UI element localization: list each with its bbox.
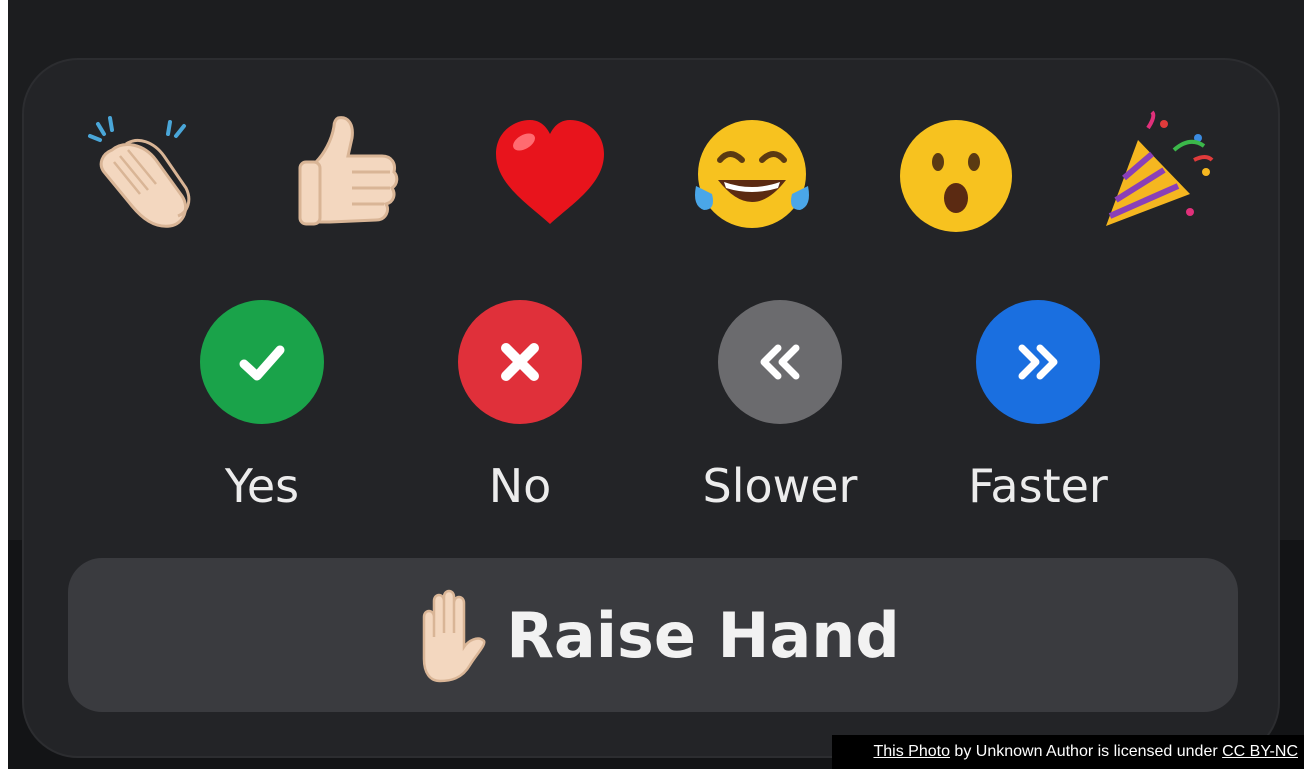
thumbs-up-icon [298, 116, 399, 226]
no-button[interactable] [458, 300, 582, 424]
no-label: No [488, 459, 552, 513]
raise-hand-label: Raise Hand [506, 598, 900, 672]
credit-text: by Unknown Author is licensed under [949, 743, 1223, 760]
reactions-window: Yes No Slower Faster Raise Hand [8, 0, 1304, 769]
party-popper-icon [1106, 110, 1214, 226]
laugh-reaction-button[interactable] [690, 114, 814, 238]
raise-hand-button[interactable]: Raise Hand [68, 558, 1238, 712]
clap-reaction-button[interactable] [84, 110, 208, 234]
celebrate-reaction-button[interactable] [1094, 110, 1218, 234]
check-icon [239, 345, 285, 381]
thumbs-up-reaction-button[interactable] [286, 110, 410, 234]
double-chevron-left-icon [760, 344, 800, 380]
raised-hand-icon [422, 589, 486, 683]
reactions-panel: Yes No Slower Faster Raise Hand [22, 58, 1280, 758]
faster-label: Faster [968, 459, 1108, 513]
slower-label: Slower [702, 459, 858, 513]
close-icon [501, 343, 539, 381]
yes-label: Yes [224, 459, 300, 513]
yes-button[interactable] [200, 300, 324, 424]
double-chevron-right-icon [1018, 344, 1058, 380]
faster-button[interactable] [976, 300, 1100, 424]
open-mouth-icon [900, 120, 1012, 232]
tears-of-joy-icon [695, 120, 809, 228]
wow-reaction-button[interactable] [894, 114, 1018, 238]
photo-link[interactable]: This Photo [873, 743, 949, 761]
photo-credit: This Photo by Unknown Author is licensed… [832, 735, 1304, 769]
slower-button[interactable] [718, 300, 842, 424]
heart-icon [496, 120, 604, 224]
clapping-hands-icon [88, 116, 191, 228]
license-link[interactable]: CC BY-NC [1222, 743, 1298, 761]
heart-reaction-button[interactable] [488, 112, 612, 236]
